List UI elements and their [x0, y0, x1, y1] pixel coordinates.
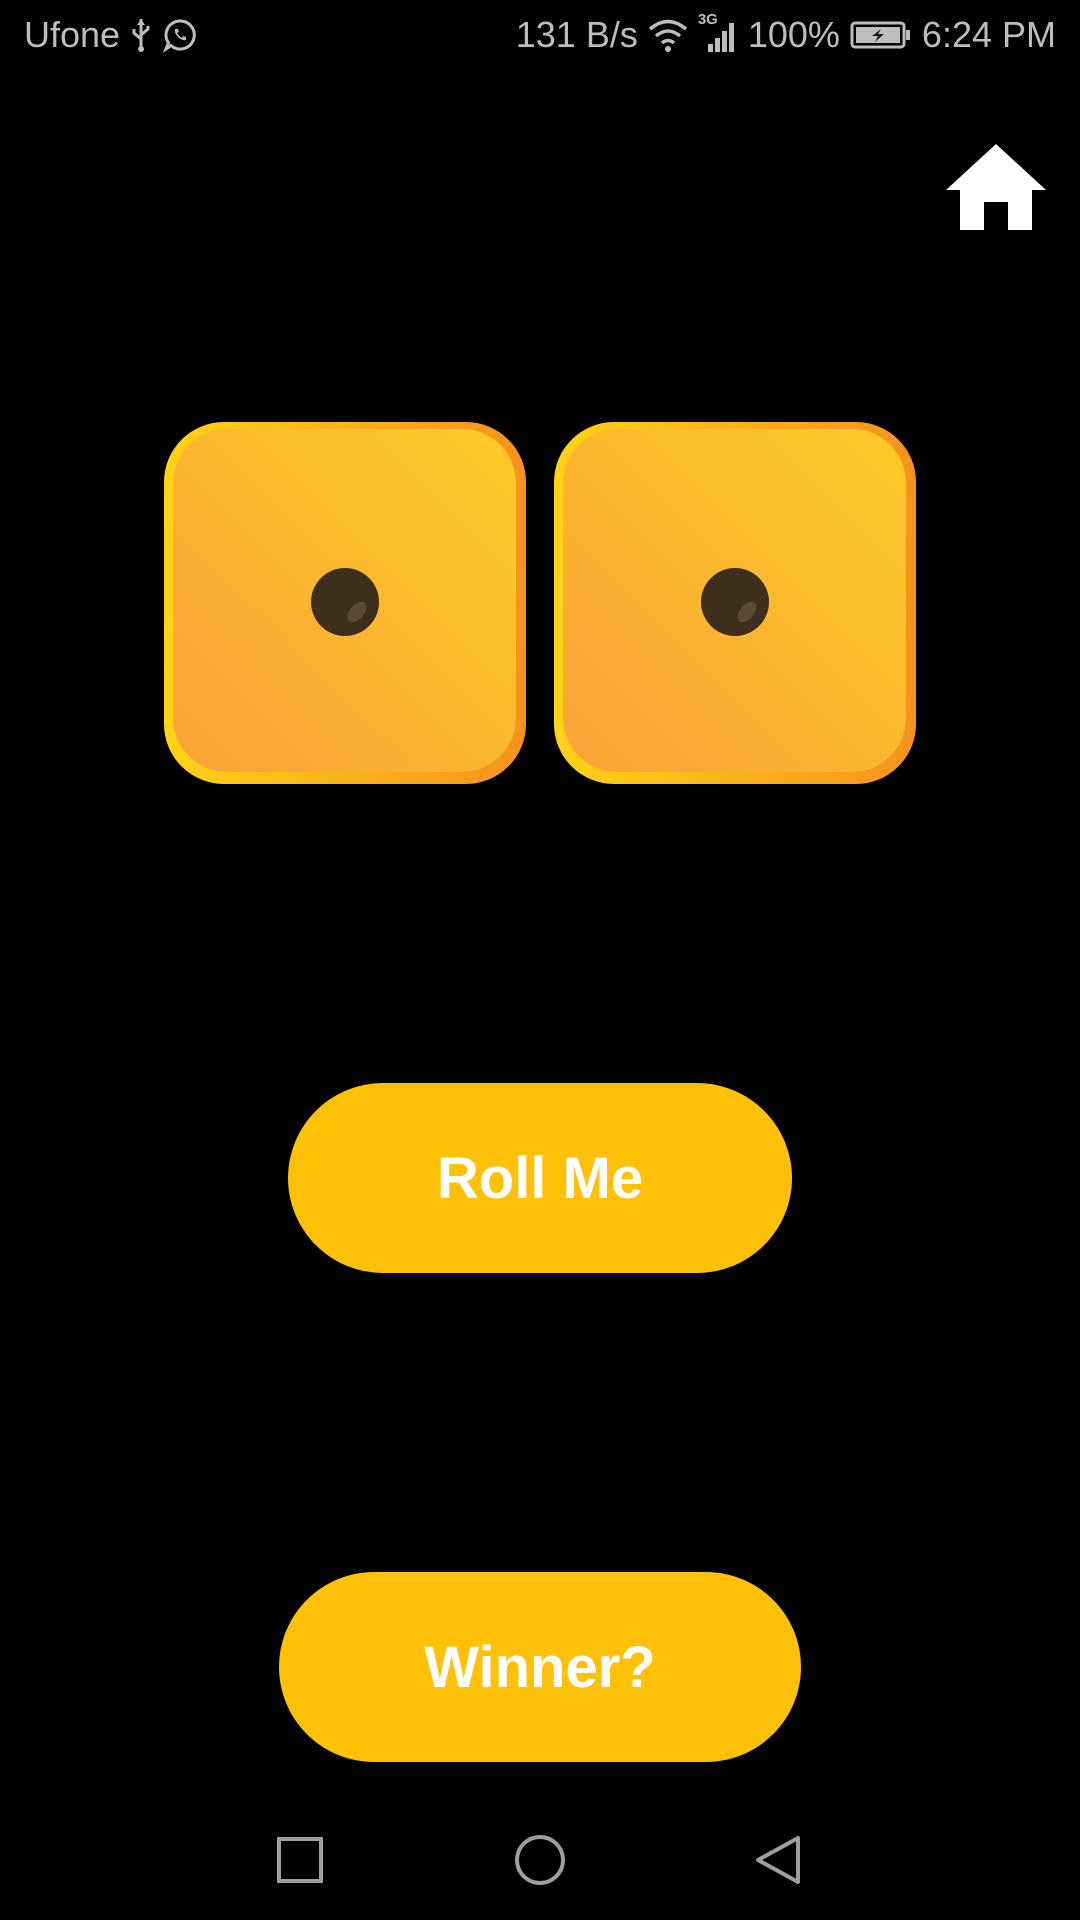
winner-button[interactable]: Winner?: [279, 1572, 801, 1762]
status-left: Ufone: [24, 14, 198, 56]
back-button[interactable]: [748, 1830, 808, 1890]
whatsapp-icon: [162, 17, 198, 53]
net-speed: 131 B/s: [515, 14, 638, 55]
home-circle-icon: [515, 1835, 565, 1885]
recent-apps-button[interactable]: [270, 1830, 330, 1890]
home-button[interactable]: [944, 140, 1048, 236]
navigation-bar: [0, 1800, 1080, 1920]
roll-me-button[interactable]: Roll Me: [288, 1083, 792, 1273]
usb-icon: [130, 17, 152, 53]
die-left: [164, 422, 526, 784]
die-right: [554, 422, 916, 784]
nav-home-button[interactable]: [510, 1830, 570, 1890]
battery-percent: 100%: [747, 14, 840, 55]
status-right: 131 B/s 3G 100% 6:24 PM: [515, 11, 1056, 56]
home-icon: [946, 144, 1046, 230]
recent-apps-icon: [277, 1837, 323, 1883]
carrier-name: Ufone: [24, 14, 121, 55]
back-icon: [756, 1836, 800, 1884]
status-bar: Ufone 131 B/s 3G 100% 6:24 PM: [0, 0, 1080, 74]
battery-charging-icon: [850, 20, 912, 50]
signal-icon: 3G: [698, 11, 738, 53]
clock: 6:24 PM: [921, 14, 1056, 55]
wifi-icon: [648, 18, 688, 52]
